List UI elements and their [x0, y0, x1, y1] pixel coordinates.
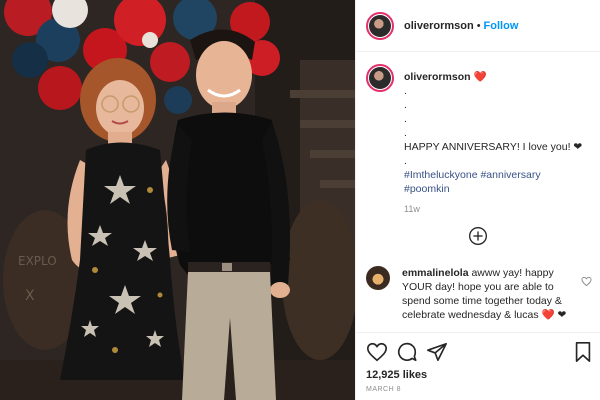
post-age[interactable]: 11w [404, 202, 594, 216]
caption-dot-4: . [404, 127, 407, 139]
likes-count[interactable]: 12,925 likes [366, 369, 427, 381]
post-photo[interactable]: EXPLO X [0, 0, 355, 400]
post-details-panel: oliverormson • Follow oliverormson ❤️ . … [355, 0, 600, 400]
caption-title-suffix: ❤️ [473, 71, 487, 83]
header-separator: • [476, 19, 481, 32]
comment-icon[interactable] [396, 341, 418, 363]
svg-text:X: X [25, 288, 35, 304]
caption-dot-5: . [404, 155, 407, 167]
caption-dot-2: . [404, 99, 407, 111]
comment-text: emmalinelola awww yay! happy YOUR day! h… [402, 266, 572, 328]
caption-dot-3: . [404, 113, 407, 125]
author-username[interactable]: oliverormson [404, 20, 474, 32]
author-avatar[interactable] [366, 11, 394, 40]
post-date: MARCH 8 [366, 386, 402, 393]
post-photo-illustration: EXPLO X [0, 0, 355, 400]
post-header: oliverormson • Follow [356, 0, 600, 52]
post-actions: 12,925 likes MARCH 8 [356, 332, 600, 400]
comment-item: emmalinelola awww yay! happy YOUR day! h… [366, 266, 594, 328]
caption-dot-1: . [404, 85, 407, 97]
caption-username[interactable]: oliverormson [404, 71, 471, 83]
post-caption: oliverormson ❤️ . . . . HAPPY ANNIVERSAR… [366, 64, 594, 216]
caption-text: oliverormson ❤️ . . . . HAPPY ANNIVERSAR… [404, 64, 594, 216]
follow-button[interactable]: Follow [484, 20, 519, 32]
hashtag-link[interactable]: #Imtheluckyone [404, 169, 478, 181]
add-circle-icon[interactable] [468, 226, 488, 246]
bookmark-icon[interactable] [572, 341, 594, 363]
caption-author-avatar[interactable] [366, 64, 394, 92]
hashtag-link[interactable]: #poomkin [404, 183, 450, 195]
heart-icon[interactable] [366, 341, 388, 363]
share-icon[interactable] [426, 341, 448, 363]
small-heart-icon[interactable] [581, 276, 592, 287]
hashtag-link[interactable]: #anniversary [480, 169, 540, 181]
commenter-avatar[interactable] [366, 266, 390, 290]
caption-message: HAPPY ANNIVERSARY! I love you! ❤ [404, 141, 583, 153]
commenter-username[interactable]: emmalinelola [402, 267, 469, 279]
svg-text:EXPLO: EXPLO [18, 254, 57, 268]
